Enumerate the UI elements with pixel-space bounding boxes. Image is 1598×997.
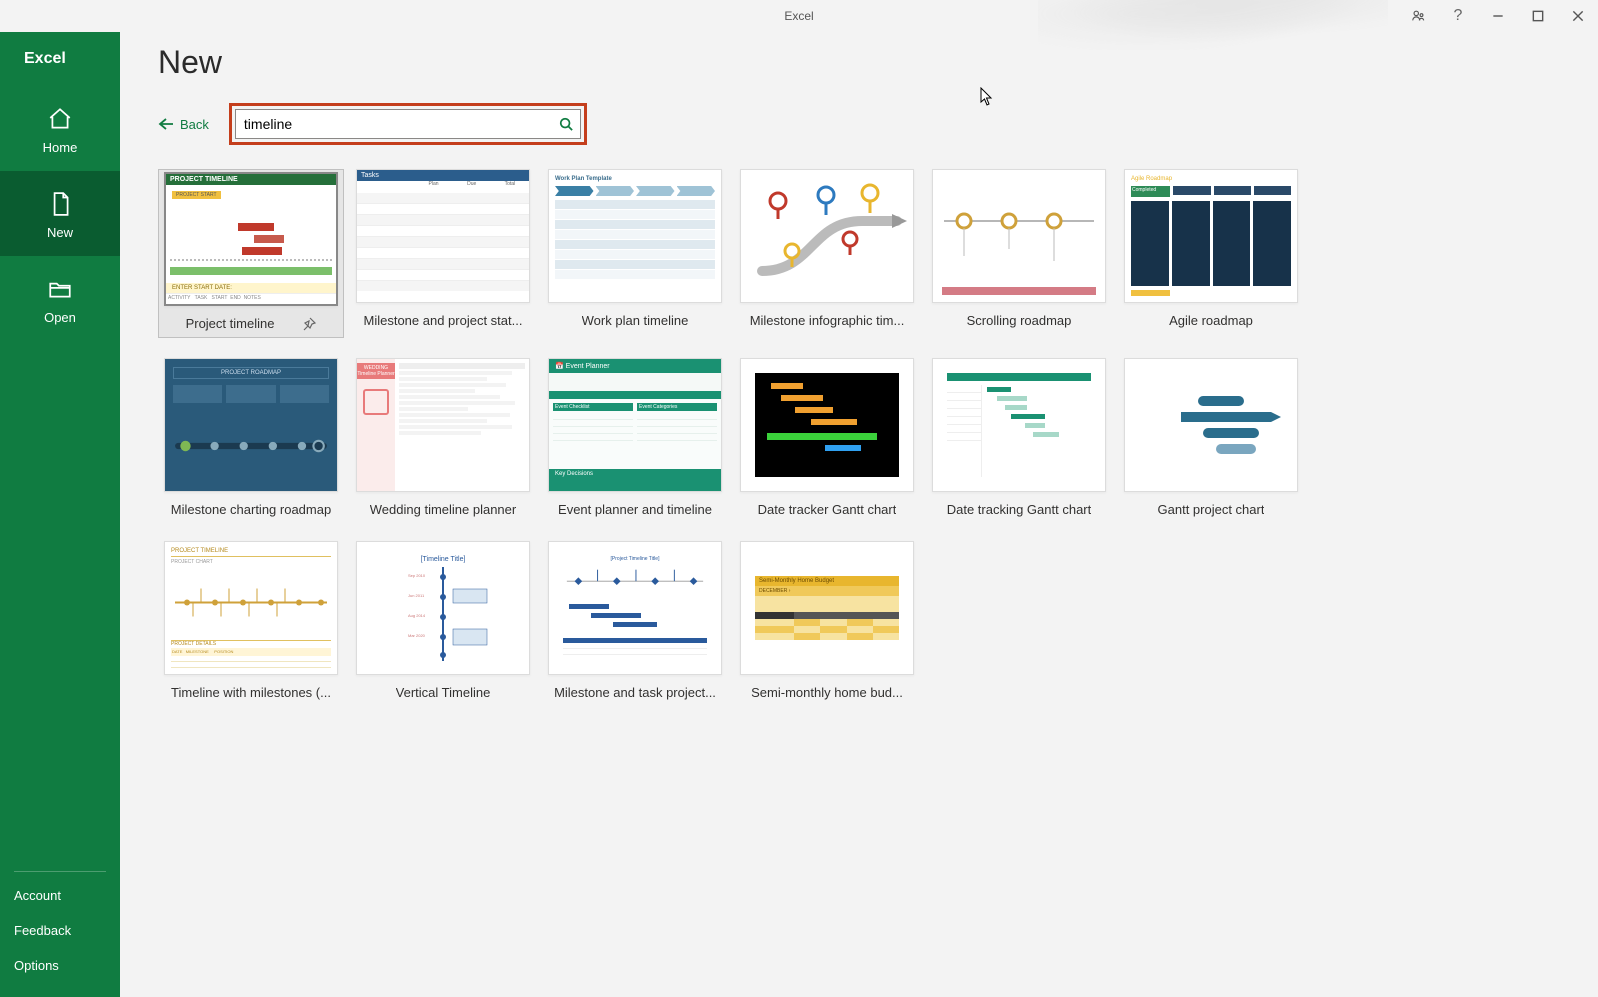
nav-open[interactable]: Open xyxy=(0,256,120,341)
window-controls: ? xyxy=(1398,0,1598,32)
profile-icon[interactable] xyxy=(1398,0,1438,32)
link-account[interactable]: Account xyxy=(14,878,106,913)
template-thumb xyxy=(932,169,1106,303)
template-label: Agile roadmap xyxy=(1169,313,1253,328)
template-thumb: WEDDING Timeline Planner xyxy=(356,358,530,492)
template-milestone-infographic[interactable]: Milestone infographic tim... xyxy=(734,169,920,338)
template-label: Semi-monthly home bud... xyxy=(751,685,903,700)
search-box xyxy=(235,109,581,139)
template-thumb xyxy=(932,358,1106,492)
svg-text:Jun 2011: Jun 2011 xyxy=(408,593,425,598)
folder-open-icon xyxy=(47,276,73,302)
template-label: Wedding timeline planner xyxy=(370,502,516,517)
template-thumb: Semi-Monthly Home Budget DECEMBER › xyxy=(740,541,914,675)
template-label: Timeline with milestones (... xyxy=(171,685,331,700)
template-thumb: PROJECT ROADMAP xyxy=(164,358,338,492)
link-options[interactable]: Options xyxy=(14,948,106,983)
template-date-tracking-gantt[interactable]: Date tracking Gantt chart xyxy=(926,358,1112,521)
search-input[interactable] xyxy=(236,116,552,132)
svg-text:[Timeline Title]: [Timeline Title] xyxy=(421,556,466,563)
template-label: Milestone infographic tim... xyxy=(750,313,905,328)
template-grid: PROJECT TIMELINE PROJECT START ENTER STA… xyxy=(158,169,1560,704)
search-box-highlight xyxy=(229,103,587,145)
template-milestone-charting-roadmap[interactable]: PROJECT ROADMAP Milestone charting roadm… xyxy=(158,358,344,521)
template-label: Milestone and project stat... xyxy=(364,313,523,328)
nav-home-label: Home xyxy=(43,140,78,155)
template-milestone-status[interactable]: Tasks PlanDueTotal Milestone and xyxy=(350,169,536,338)
template-vertical-timeline[interactable]: [Timeline Title] Sep 2010 Jun 2011 Aug 201… xyxy=(350,541,536,704)
template-thumb: PROJECT TIMELINE PROJECT START ENTER STA… xyxy=(164,172,338,306)
back-label: Back xyxy=(180,117,209,132)
template-thumb: Agile Roadmap Completed xyxy=(1124,169,1298,303)
template-label: Event planner and timeline xyxy=(558,502,712,517)
main-area: New Back PROJECT TIMELINE xyxy=(120,32,1598,997)
template-label: Gantt project chart xyxy=(1158,502,1265,517)
template-label: Date tracking Gantt chart xyxy=(947,502,1092,517)
titlebar: Excel ? xyxy=(0,0,1598,32)
svg-text:Aug 2014: Aug 2014 xyxy=(408,613,426,618)
close-icon[interactable] xyxy=(1558,0,1598,32)
template-thumb xyxy=(740,169,914,303)
template-thumb: [Timeline Title] Sep 2010 Jun 2011 Aug 201… xyxy=(356,541,530,675)
page-heading: New xyxy=(158,44,1560,81)
sidebar: Excel Home New Open Account Feedback Opt… xyxy=(0,32,120,997)
template-event-planner-timeline[interactable]: 📅 Event Planner Event Checklist Event Ca… xyxy=(542,358,728,521)
svg-text:Mar 2020: Mar 2020 xyxy=(408,633,426,638)
template-scrolling-roadmap[interactable]: Scrolling roadmap xyxy=(926,169,1112,338)
template-work-plan-timeline[interactable]: Work Plan Template xyxy=(542,169,728,338)
template-date-tracker-gantt[interactable]: Date tracker Gantt chart xyxy=(734,358,920,521)
template-semi-monthly-budget[interactable]: Semi-Monthly Home Budget DECEMBER › Semi… xyxy=(734,541,920,704)
nav-home[interactable]: Home xyxy=(0,86,120,171)
minimize-icon[interactable] xyxy=(1478,0,1518,32)
search-button[interactable] xyxy=(552,110,580,138)
nav-open-label: Open xyxy=(44,310,76,325)
template-timeline-milestones[interactable]: PROJECT TIMELINE PROJECT CHART PROJECT D… xyxy=(158,541,344,704)
template-label: Scrolling roadmap xyxy=(967,313,1072,328)
nav-new-label: New xyxy=(47,225,73,240)
template-project-timeline[interactable]: PROJECT TIMELINE PROJECT START ENTER STA… xyxy=(158,169,344,338)
svg-text:Sep 2010: Sep 2010 xyxy=(408,573,426,578)
template-thumb: Work Plan Template xyxy=(548,169,722,303)
template-thumb: PROJECT TIMELINE PROJECT CHART PROJECT D… xyxy=(164,541,338,675)
template-milestone-task-project[interactable]: [Project Timeline Title] xyxy=(542,541,728,704)
template-agile-roadmap[interactable]: Agile Roadmap Completed xyxy=(1118,169,1304,338)
app-title: Excel xyxy=(784,9,813,23)
nav-new[interactable]: New xyxy=(0,171,120,256)
maximize-icon[interactable] xyxy=(1518,0,1558,32)
template-label: Milestone charting roadmap xyxy=(171,502,331,517)
help-icon[interactable]: ? xyxy=(1438,0,1478,32)
pin-icon[interactable] xyxy=(302,317,316,331)
template-label: Date tracker Gantt chart xyxy=(758,502,897,517)
back-arrow-icon xyxy=(158,117,174,131)
sidebar-brand: Excel xyxy=(0,32,120,86)
search-icon xyxy=(559,117,573,131)
new-doc-icon xyxy=(47,191,73,217)
link-feedback[interactable]: Feedback xyxy=(14,913,106,948)
template-label: Milestone and task project... xyxy=(554,685,716,700)
template-thumb: Tasks PlanDueTotal xyxy=(356,169,530,303)
template-label: Work plan timeline xyxy=(582,313,689,328)
template-wedding-timeline-planner[interactable]: WEDDING Timeline Planner xyxy=(350,358,536,521)
template-thumb: [Project Timeline Title] xyxy=(548,541,722,675)
template-label: Project timeline xyxy=(186,316,275,331)
sidebar-bottom-links: Account Feedback Options xyxy=(14,871,106,983)
template-gantt-project-chart[interactable]: Gantt project chart xyxy=(1118,358,1304,521)
template-thumb xyxy=(740,358,914,492)
template-thumb xyxy=(1124,358,1298,492)
home-icon xyxy=(47,106,73,132)
back-link[interactable]: Back xyxy=(158,117,209,132)
template-label: Vertical Timeline xyxy=(396,685,491,700)
template-thumb: 📅 Event Planner Event Checklist Event Ca… xyxy=(548,358,722,492)
